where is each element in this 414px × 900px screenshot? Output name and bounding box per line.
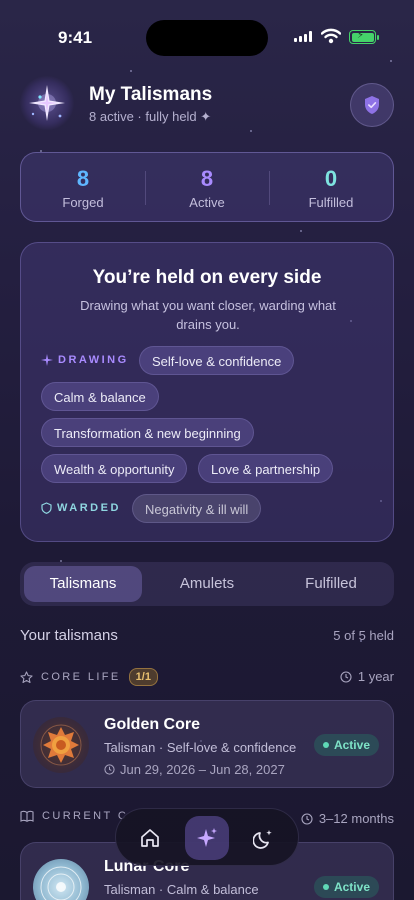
nav-night-button[interactable] — [242, 816, 286, 860]
shield-icon — [365, 96, 379, 114]
drawing-chip[interactable]: Transformation & new beginning — [41, 418, 254, 447]
sparkle-avatar-icon — [29, 85, 65, 121]
group-core-life: CORE LIFE 1/1 — [20, 668, 158, 686]
nav-home-button[interactable] — [128, 816, 172, 860]
sparkle-icon — [197, 828, 217, 847]
group-badge: 1/1 — [128, 668, 158, 686]
drawing-chip[interactable]: Self-love & confidence — [139, 346, 295, 375]
group-duration: 1 year — [340, 669, 394, 684]
stat-value: 8 — [200, 166, 214, 191]
stat-value: 0 — [324, 166, 338, 191]
warded-tag: WARDED — [41, 502, 121, 514]
drawing-label: DRAWING — [58, 354, 129, 366]
status-badge: Active — [313, 734, 379, 756]
stat-label: Active — [189, 195, 225, 210]
sun-emblem-icon — [40, 724, 82, 766]
summary-subtitle: Drawing what you want closer, warding wh… — [80, 298, 336, 332]
page-title: My Talismans — [89, 84, 213, 105]
clock-icon — [301, 812, 313, 825]
star-outline-icon — [20, 670, 33, 683]
segmented-tabs: Talismans Amulets Fulfilled — [20, 562, 394, 606]
summary-title: You’re held on every side — [92, 267, 322, 288]
group-label: CURRENT C — [42, 810, 129, 822]
home-icon — [141, 829, 159, 847]
drawing-chip[interactable]: Wealth & opportunity — [41, 454, 188, 483]
card-date-range: Jun 29, 2026 – Jun 28, 2027 — [120, 762, 285, 777]
bottom-nav — [115, 808, 299, 866]
cellular-signal-icon — [294, 31, 312, 42]
stat-label: Fulfilled — [308, 195, 354, 210]
golden-core-art — [33, 717, 89, 773]
charging-bolt-icon: ⚡ — [357, 30, 365, 41]
stat-fulfilled[interactable]: 0 Fulfilled — [269, 153, 393, 221]
talisman-card[interactable]: Golden Core Talisman · Self-love & confi… — [20, 700, 394, 788]
card-meta: Talisman · Calm & balance — [104, 882, 259, 897]
avatar[interactable] — [20, 76, 74, 130]
tab-amulets[interactable]: Amulets — [148, 566, 266, 602]
wifi-icon — [321, 28, 341, 44]
mandala-icon — [40, 866, 82, 900]
shield-outline-icon — [41, 502, 52, 514]
battery-icon: ⚡ — [349, 30, 376, 44]
group-label: CORE LIFE — [41, 671, 121, 683]
lunar-core-art — [33, 859, 89, 900]
page-subtitle: 8 active · fully held ✦ — [89, 109, 212, 124]
group-duration: 3–12 months — [301, 811, 394, 826]
nav-talismans-button[interactable] — [185, 816, 229, 860]
status-bar: 9:41 ⚡ — [0, 0, 414, 60]
protection-summary-card: You’re held on every side Drawing what y… — [20, 242, 394, 542]
status-badge: Active — [313, 876, 379, 898]
sparkle-icon — [41, 354, 53, 366]
dynamic-island — [146, 20, 268, 56]
moon-stars-icon — [253, 830, 272, 849]
drawing-chip[interactable]: Love & partnership — [198, 454, 334, 483]
stat-active[interactable]: 8 Active — [145, 153, 269, 221]
warded-label: WARDED — [57, 502, 121, 514]
stat-label: Forged — [62, 195, 104, 210]
clock-icon — [340, 670, 352, 683]
tab-fulfilled[interactable]: Fulfilled — [272, 566, 390, 602]
protection-button[interactable] — [350, 83, 394, 127]
drawing-tag: DRAWING — [41, 354, 129, 366]
book-icon — [20, 810, 34, 822]
section-title: Your talismans — [20, 627, 118, 644]
group-current: CURRENT C — [20, 810, 128, 822]
status-time: 9:41 — [58, 28, 93, 47]
stat-forged[interactable]: 8 Forged — [21, 153, 145, 221]
stats-card: 8 Forged 8 Active 0 Fulfilled — [20, 152, 394, 222]
card-name: Golden Core — [104, 716, 201, 733]
card-dates: Jun 29, 2026 – Jun 28, 2027 — [104, 762, 285, 777]
warded-chip[interactable]: Negativity & ill will — [132, 494, 262, 523]
tab-talismans[interactable]: Talismans — [24, 566, 142, 602]
clock-icon — [104, 764, 115, 775]
section-count: 5 of 5 held — [333, 628, 394, 643]
stat-value: 8 — [76, 166, 90, 191]
duration-label: 3–12 months — [318, 811, 394, 826]
card-meta: Talisman · Self-love & confidence — [104, 740, 297, 755]
duration-label: 1 year — [357, 669, 394, 684]
drawing-chip[interactable]: Calm & balance — [41, 382, 159, 411]
